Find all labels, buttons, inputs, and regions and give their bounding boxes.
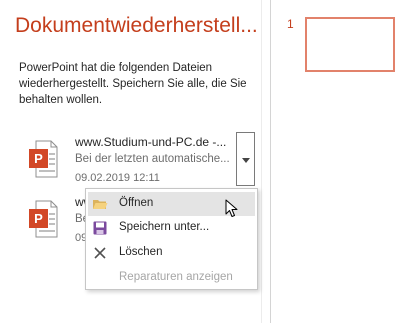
svg-text:P: P [34,151,43,166]
folder-open-icon [93,200,108,209]
close-x-icon [94,247,106,259]
menu-item-label: Öffnen [119,197,154,209]
svg-text:P: P [34,211,43,226]
file-name: www.Studium-und-PC.de -... [75,135,227,149]
pane-splitter[interactable] [270,0,271,323]
menu-item-label: Speichern unter... [119,221,210,233]
save-icon [93,221,107,235]
slide-thumbnail[interactable] [305,17,395,72]
recovery-pane-title: Dokumentwiederherstell... [15,14,258,37]
mouse-cursor-icon [225,199,238,217]
menu-item-label: Löschen [119,246,163,258]
menu-item-label: Reparaturen anzeigen [119,271,233,283]
file-options-dropdown-button[interactable] [236,132,255,186]
recovered-file-item[interactable]: P www.Studium-und-PC.de -... Bei der let… [20,130,260,190]
powerpoint-file-icon: P [29,140,58,178]
file-status: Bei der letzten automatische... [75,153,230,165]
menu-item-delete[interactable]: Löschen [88,241,255,265]
menu-item-show-repairs[interactable]: Reparaturen anzeigen [88,266,255,290]
recovery-pane-description: PowerPoint hat die folgenden Dateien wie… [19,62,247,106]
slide-number: 1 [287,17,294,31]
chevron-down-icon [242,158,250,163]
file-date: 09.02.2019 12:11 [75,172,160,184]
powerpoint-file-icon: P [29,200,58,238]
menu-item-save-as[interactable]: Speichern unter... [88,216,255,240]
pane-divider [261,0,262,323]
